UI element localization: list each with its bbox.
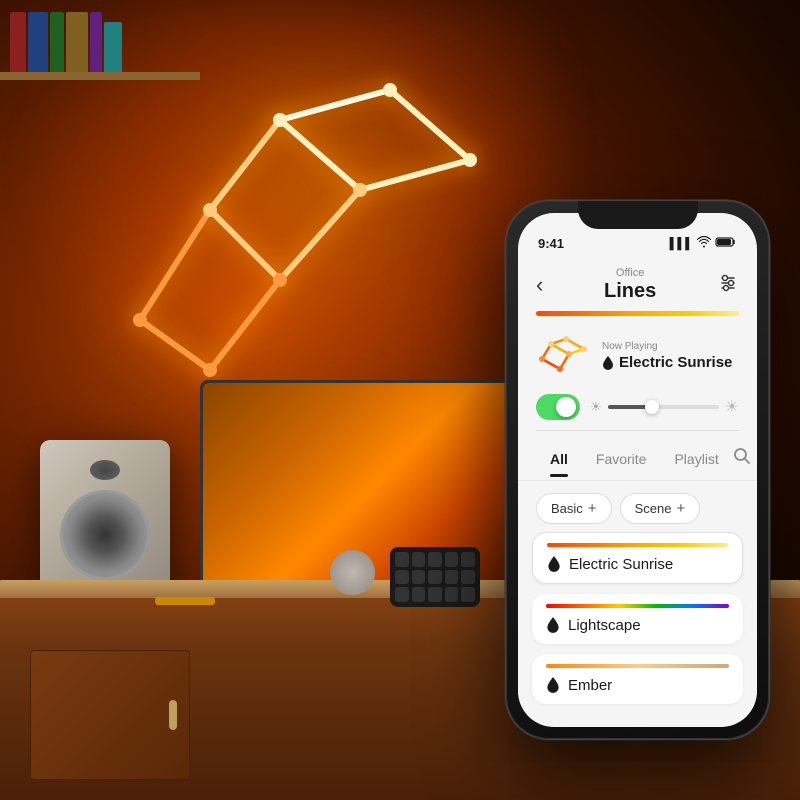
app-content: ‹ Office Lines (518, 257, 757, 727)
scene-label: Scene (635, 501, 672, 516)
power-toggle[interactable] (536, 394, 580, 420)
drawer-handle (169, 700, 177, 730)
current-scene-color-bar (536, 311, 739, 316)
book-4 (66, 12, 88, 72)
scene-plus-icon: + (676, 500, 685, 517)
book-3 (50, 12, 64, 72)
scene-card-lightscape[interactable]: Lightscape (532, 594, 743, 644)
now-playing-row[interactable]: Now Playing Electric Sunrise (536, 334, 739, 378)
app-header: ‹ Office Lines (518, 257, 757, 311)
sdeck-btn-9[interactable] (445, 570, 459, 585)
sdeck-btn-4[interactable] (445, 552, 459, 567)
scene-category-button[interactable]: Scene + (620, 493, 701, 524)
sdeck-btn-2[interactable] (412, 552, 426, 567)
brightness-row: ☀ ☀ (590, 397, 739, 417)
scene-card-electric-sunrise[interactable]: Electric Sunrise (532, 532, 743, 584)
sdeck-btn-12[interactable] (412, 587, 426, 602)
small-round-speaker (330, 550, 375, 595)
lightscape-name: Lightscape (568, 617, 641, 634)
status-icons: ▌▌▌ (670, 236, 737, 251)
lines-preview-icon (536, 334, 590, 378)
brightness-slider[interactable] (608, 405, 719, 409)
now-playing-info: Now Playing Electric Sunrise (602, 341, 739, 371)
stream-deck (390, 547, 480, 607)
signal-icon: ▌▌▌ (670, 238, 693, 250)
lightscape-bar (546, 604, 729, 608)
brightness-low-icon: ☀ (590, 399, 602, 415)
wifi-icon (697, 236, 711, 251)
sdeck-btn-6[interactable] (395, 570, 409, 585)
tabs-row: All Favorite Playlist (518, 431, 757, 481)
sdeck-btn-5[interactable] (461, 552, 475, 567)
sdeck-btn-13[interactable] (428, 587, 442, 602)
sdeck-btn-14[interactable] (445, 587, 459, 602)
lightscape-drop-icon (546, 616, 560, 634)
sdeck-btn-3[interactable] (428, 552, 442, 567)
book-5 (90, 12, 102, 72)
scene-list: Electric Sunrise Lightscap (518, 532, 757, 714)
sdeck-btn-15[interactable] (461, 587, 475, 602)
speaker-tweeter (90, 460, 120, 480)
back-button[interactable]: ‹ (536, 272, 543, 298)
tab-favorite[interactable]: Favorite (582, 445, 661, 477)
ember-bar (546, 664, 729, 668)
search-button[interactable] (733, 441, 751, 480)
now-playing-scene-name: Electric Sunrise (602, 354, 739, 371)
shelf-board (0, 72, 200, 80)
header-subtitle: Office (604, 267, 656, 279)
phone-notch (578, 201, 698, 229)
battery-icon (715, 236, 737, 251)
toggle-knob (556, 397, 576, 417)
basic-category-button[interactable]: Basic + (536, 493, 612, 524)
category-row: Basic + Scene + (518, 481, 757, 532)
stream-deck-buttons (390, 547, 480, 607)
status-time: 9:41 (538, 236, 564, 251)
sdeck-btn-11[interactable] (395, 587, 409, 602)
sdeck-btn-1[interactable] (395, 552, 409, 567)
nanoleaf-lines-svg (80, 60, 500, 380)
brightness-high-icon: ☀ (725, 397, 739, 417)
ember-name: Ember (568, 677, 612, 694)
wall-lights (80, 60, 500, 380)
settings-button[interactable] (717, 272, 739, 299)
desk-drawer (30, 650, 190, 780)
sdeck-btn-10[interactable] (461, 570, 475, 585)
book-1 (10, 12, 26, 72)
basic-label: Basic (551, 501, 583, 516)
phone-screen: 9:41 ▌▌▌ (518, 213, 757, 727)
bookshelf (0, 0, 220, 80)
phone-mockup: 9:41 ▌▌▌ (505, 200, 770, 740)
page-title: Lines (604, 280, 656, 303)
book-6 (104, 22, 122, 72)
ember-drop-icon (546, 676, 560, 694)
drop-icon (602, 355, 614, 370)
phone-body: 9:41 ▌▌▌ (505, 200, 770, 740)
controls-row: ☀ ☀ (518, 388, 757, 430)
electric-sunrise-bar (547, 543, 728, 547)
tab-playlist[interactable]: Playlist (660, 445, 732, 477)
electric-sunrise-drop-icon (547, 555, 561, 573)
scene-card-ember[interactable]: Ember (532, 654, 743, 704)
book-2 (28, 12, 48, 72)
sdeck-btn-7[interactable] (412, 570, 426, 585)
desk-items (155, 597, 215, 605)
sdeck-btn-8[interactable] (428, 570, 442, 585)
now-playing-label: Now Playing (602, 341, 739, 352)
electric-sunrise-name: Electric Sunrise (569, 556, 673, 573)
now-playing-section: Now Playing Electric Sunrise (518, 326, 757, 388)
basic-plus-icon: + (588, 500, 597, 517)
speaker-woofer (60, 490, 150, 580)
header-title-area: Office Lines (604, 267, 656, 303)
tab-all[interactable]: All (536, 445, 582, 477)
brightness-knob (645, 400, 659, 414)
